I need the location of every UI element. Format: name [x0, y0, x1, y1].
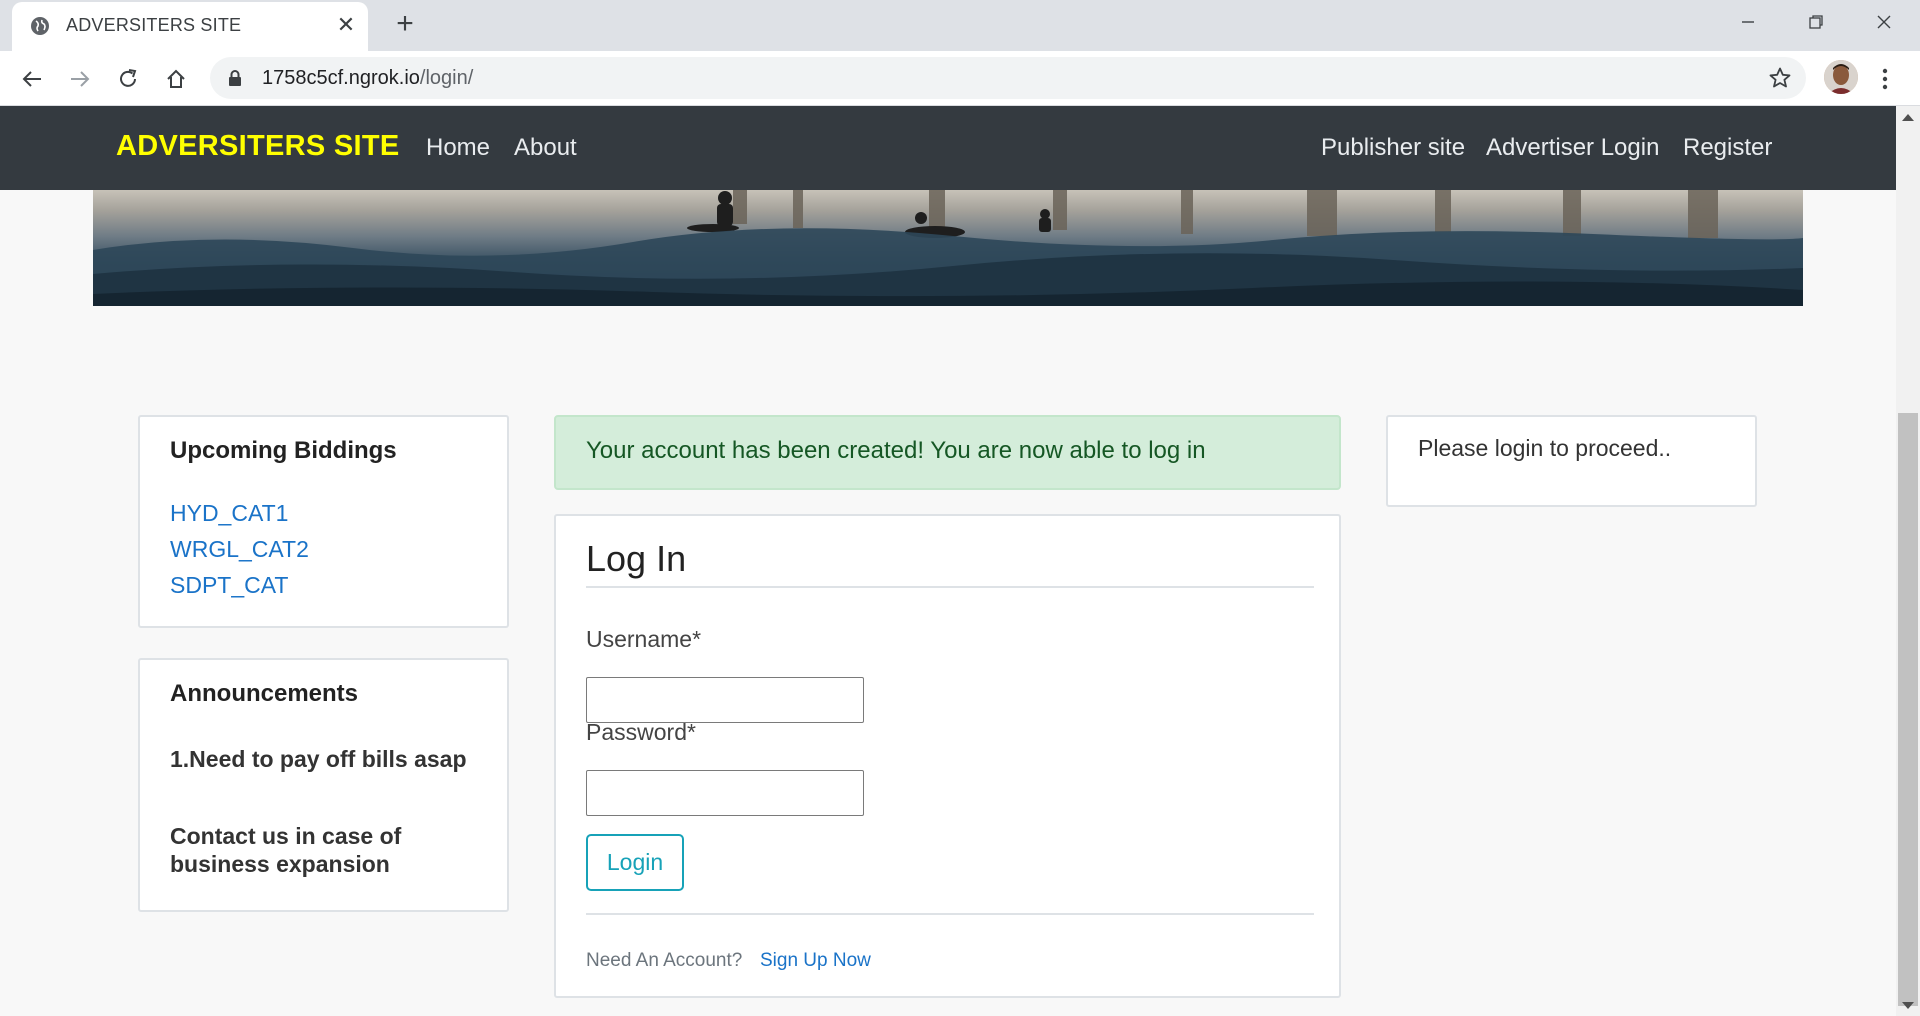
success-alert: Your account has been created! You are n…: [554, 415, 1341, 490]
nav-advertiser-login[interactable]: Advertiser Login: [1486, 134, 1659, 162]
close-tab-icon[interactable]: ✕: [334, 13, 358, 37]
login-title: Log In: [586, 538, 687, 579]
signup-link[interactable]: Sign Up Now: [760, 950, 871, 972]
biddings-heading: Upcoming Biddings: [170, 437, 397, 464]
title-divider: [586, 586, 1314, 588]
url-text: 1758c5cf.ngrok.io/login/: [262, 67, 474, 89]
password-input[interactable]: [586, 770, 864, 816]
login-prompt-text: Please login to proceed..: [1418, 435, 1672, 461]
announcement-item: 1.Need to pay off bills asap: [170, 746, 467, 772]
nav-home[interactable]: Home: [426, 134, 490, 162]
restore-icon[interactable]: [1784, 0, 1848, 44]
browser-menu-icon[interactable]: [1870, 63, 1900, 95]
home-icon[interactable]: [160, 63, 192, 95]
bidding-link[interactable]: HYD_CAT1: [170, 495, 309, 531]
biddings-list: HYD_CAT1 WRGL_CAT2 SDPT_CAT: [170, 495, 309, 603]
announcements-card: Announcements 1.Need to pay off bills as…: [138, 658, 509, 912]
nav-register[interactable]: Register: [1683, 134, 1772, 162]
scroll-up-icon[interactable]: [1902, 114, 1914, 121]
scroll-thumb[interactable]: [1898, 413, 1918, 1006]
announcement-item: Contact us in case of business expansion: [170, 823, 402, 877]
bidding-link[interactable]: SDPT_CAT: [170, 567, 309, 603]
site-navbar: ADVERSITERS SITE Home About Publisher si…: [0, 106, 1896, 190]
username-label: Username*: [586, 626, 702, 652]
browser-tab[interactable]: ADVERSITERS SITE ✕: [12, 2, 368, 51]
surf-scene-illustration: [93, 190, 1803, 306]
login-prompt-card: Please login to proceed..: [1386, 415, 1757, 507]
hero-banner-image: [93, 190, 1803, 306]
page-scrollbar[interactable]: [1896, 106, 1920, 1016]
browser-toolbar: 1758c5cf.ngrok.io/login/: [0, 51, 1920, 106]
username-input[interactable]: [586, 677, 864, 723]
tab-title: ADVERSITERS SITE: [66, 15, 242, 35]
form-divider: [586, 913, 1314, 915]
login-button[interactable]: Login: [586, 834, 684, 891]
address-bar[interactable]: 1758c5cf.ngrok.io/login/: [210, 57, 1806, 99]
reload-icon[interactable]: [112, 63, 144, 95]
new-tab-icon[interactable]: +: [390, 9, 420, 40]
nav-publisher-site[interactable]: Publisher site: [1321, 134, 1465, 162]
back-arrow-icon[interactable]: [16, 63, 48, 95]
upcoming-biddings-card: Upcoming Biddings HYD_CAT1 WRGL_CAT2 SDP…: [138, 415, 509, 628]
announcements-heading: Announcements: [170, 680, 359, 707]
browser-tabstrip: ADVERSITERS SITE ✕ +: [0, 0, 1920, 51]
scroll-down-icon[interactable]: [1902, 1002, 1914, 1009]
password-label: Password*: [586, 719, 696, 745]
forward-arrow-icon[interactable]: [64, 63, 96, 95]
login-card: Log In Username* Password* Login Need An…: [554, 514, 1341, 998]
nav-about[interactable]: About: [514, 134, 577, 162]
lock-icon: [229, 70, 241, 86]
close-window-icon[interactable]: [1852, 0, 1916, 44]
bidding-link[interactable]: WRGL_CAT2: [170, 531, 309, 567]
bookmark-star-icon[interactable]: [1768, 66, 1792, 90]
need-account-text: Need An Account?: [586, 950, 743, 971]
alert-message: Your account has been created! You are n…: [586, 437, 1206, 464]
globe-icon: [31, 17, 49, 35]
page-viewport: ADVERSITERS SITE Home About Publisher si…: [0, 106, 1896, 1016]
site-brand[interactable]: ADVERSITERS SITE: [116, 130, 400, 163]
minimize-icon[interactable]: [1716, 0, 1780, 44]
profile-avatar[interactable]: [1824, 60, 1858, 94]
